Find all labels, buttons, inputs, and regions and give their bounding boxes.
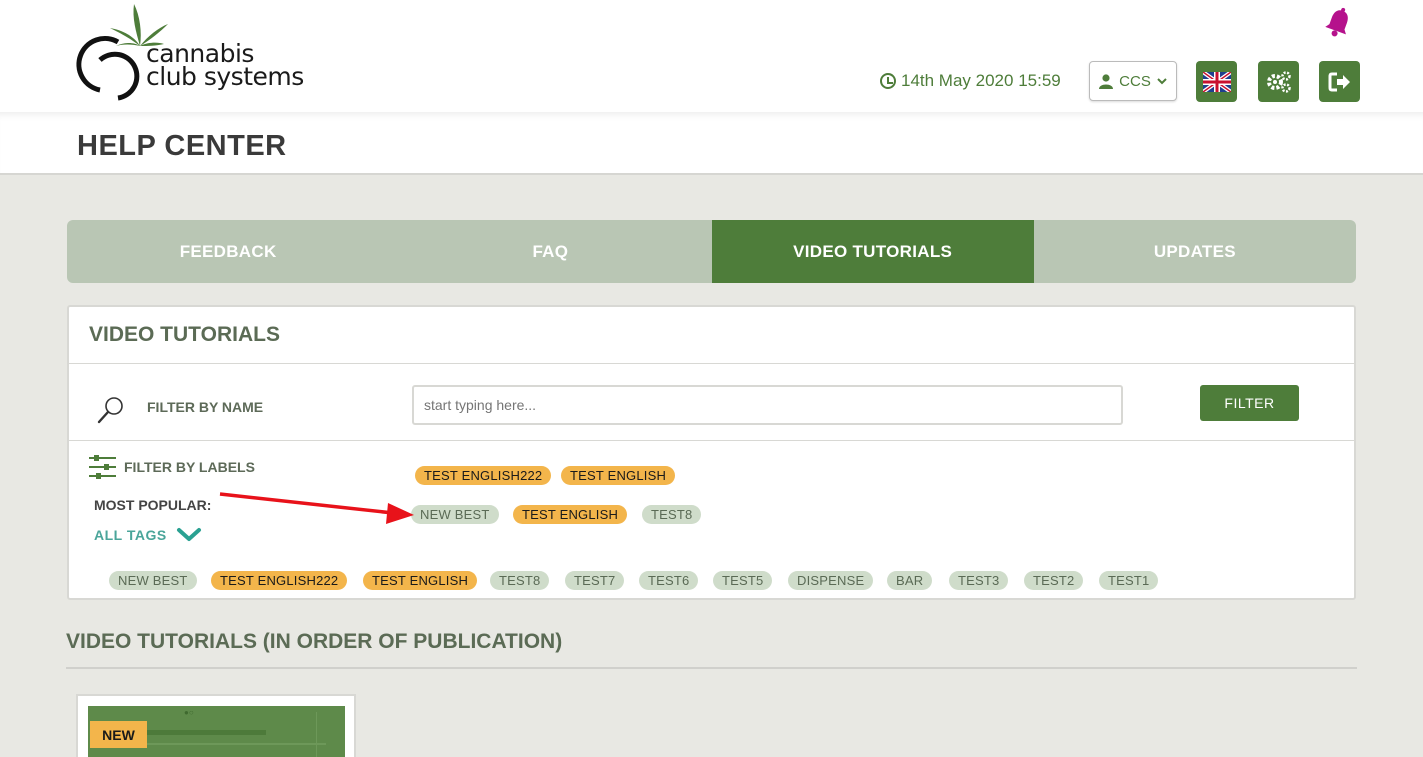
thumbnail-logo-icon: ●○ bbox=[184, 708, 194, 717]
tab-updates[interactable]: UPDATES bbox=[1034, 220, 1356, 283]
settings-button[interactable] bbox=[1258, 61, 1299, 102]
tab-video-tutorials[interactable]: VIDEO TUTORIALS bbox=[711, 220, 1034, 283]
tag-item[interactable]: TEST6 bbox=[639, 571, 699, 590]
gears-icon bbox=[1266, 70, 1291, 93]
annotation-arrow-icon bbox=[219, 492, 414, 524]
tag-item[interactable]: TEST ENGLISH bbox=[363, 571, 478, 590]
new-badge: NEW bbox=[90, 721, 147, 748]
search-icon bbox=[97, 397, 123, 424]
video-tutorials-panel: VIDEO TUTORIALS FILTER BY NAME FILTER FI… bbox=[67, 305, 1356, 600]
notification-bell-icon[interactable] bbox=[1322, 7, 1354, 41]
tag-item[interactable]: DISPENSE bbox=[788, 571, 874, 590]
filter-by-labels-label: FILTER BY LABELS bbox=[124, 459, 255, 475]
most-popular-label: MOST POPULAR: bbox=[94, 497, 212, 513]
user-menu-button[interactable]: CCS bbox=[1089, 61, 1177, 101]
clock-icon bbox=[880, 73, 896, 89]
video-card[interactable]: ●○ NEW bbox=[76, 694, 356, 757]
user-icon bbox=[1099, 73, 1114, 89]
datetime-text: 14th May 2020 15:59 bbox=[901, 71, 1061, 90]
popular-tag[interactable]: TEST8 bbox=[642, 505, 702, 524]
tag-item[interactable]: TEST ENGLISH222 bbox=[211, 571, 348, 590]
current-datetime: 14th May 2020 15:59 bbox=[880, 71, 1061, 91]
help-tabs: FEEDBACK FAQ VIDEO TUTORIALS UPDATES bbox=[67, 220, 1356, 283]
all-tags-label: ALL TAGS bbox=[94, 527, 167, 543]
divider bbox=[66, 667, 1357, 669]
panel-title: VIDEO TUTORIALS bbox=[89, 323, 280, 346]
tab-faq[interactable]: FAQ bbox=[389, 220, 711, 283]
chevron-down-icon bbox=[176, 528, 201, 541]
tag-item[interactable]: TEST7 bbox=[565, 571, 625, 590]
tab-feedback[interactable]: FEEDBACK bbox=[67, 220, 389, 283]
tag-item[interactable]: TEST2 bbox=[1024, 571, 1084, 590]
section-title: VIDEO TUTORIALS (IN ORDER OF PUBLICATION… bbox=[66, 630, 563, 653]
tag-item[interactable]: TEST8 bbox=[490, 571, 550, 590]
selected-tag[interactable]: TEST ENGLISH bbox=[561, 466, 676, 485]
chevron-down-icon bbox=[1157, 78, 1167, 85]
filter-by-name-label: FILTER BY NAME bbox=[147, 399, 264, 415]
tag-item[interactable]: TEST5 bbox=[713, 571, 773, 590]
divider bbox=[69, 363, 1354, 364]
language-button[interactable] bbox=[1196, 61, 1237, 102]
tag-item[interactable]: TEST3 bbox=[949, 571, 1009, 590]
page-title: HELP CENTER bbox=[77, 130, 287, 162]
logo-line2: club systems bbox=[146, 62, 304, 91]
logout-button[interactable] bbox=[1319, 61, 1360, 102]
video-thumbnail[interactable]: ●○ NEW bbox=[88, 706, 345, 757]
uk-flag-icon bbox=[1202, 71, 1231, 92]
search-input[interactable] bbox=[412, 385, 1123, 425]
tag-item[interactable]: TEST1 bbox=[1099, 571, 1159, 590]
popular-tag[interactable]: TEST ENGLISH bbox=[513, 505, 628, 524]
all-tags-toggle[interactable]: ALL TAGS bbox=[94, 527, 202, 543]
divider bbox=[69, 440, 1354, 441]
logo[interactable]: cannabis club systems bbox=[60, 2, 320, 106]
popular-tag[interactable]: NEW BEST bbox=[411, 505, 499, 524]
sliders-icon bbox=[89, 455, 116, 479]
logout-icon bbox=[1328, 72, 1350, 91]
tag-item[interactable]: NEW BEST bbox=[109, 571, 197, 590]
selected-tag[interactable]: TEST ENGLISH222 bbox=[415, 466, 552, 485]
user-label: CCS bbox=[1119, 72, 1151, 90]
tag-item[interactable]: BAR bbox=[887, 571, 933, 590]
filter-button[interactable]: FILTER bbox=[1200, 385, 1299, 421]
